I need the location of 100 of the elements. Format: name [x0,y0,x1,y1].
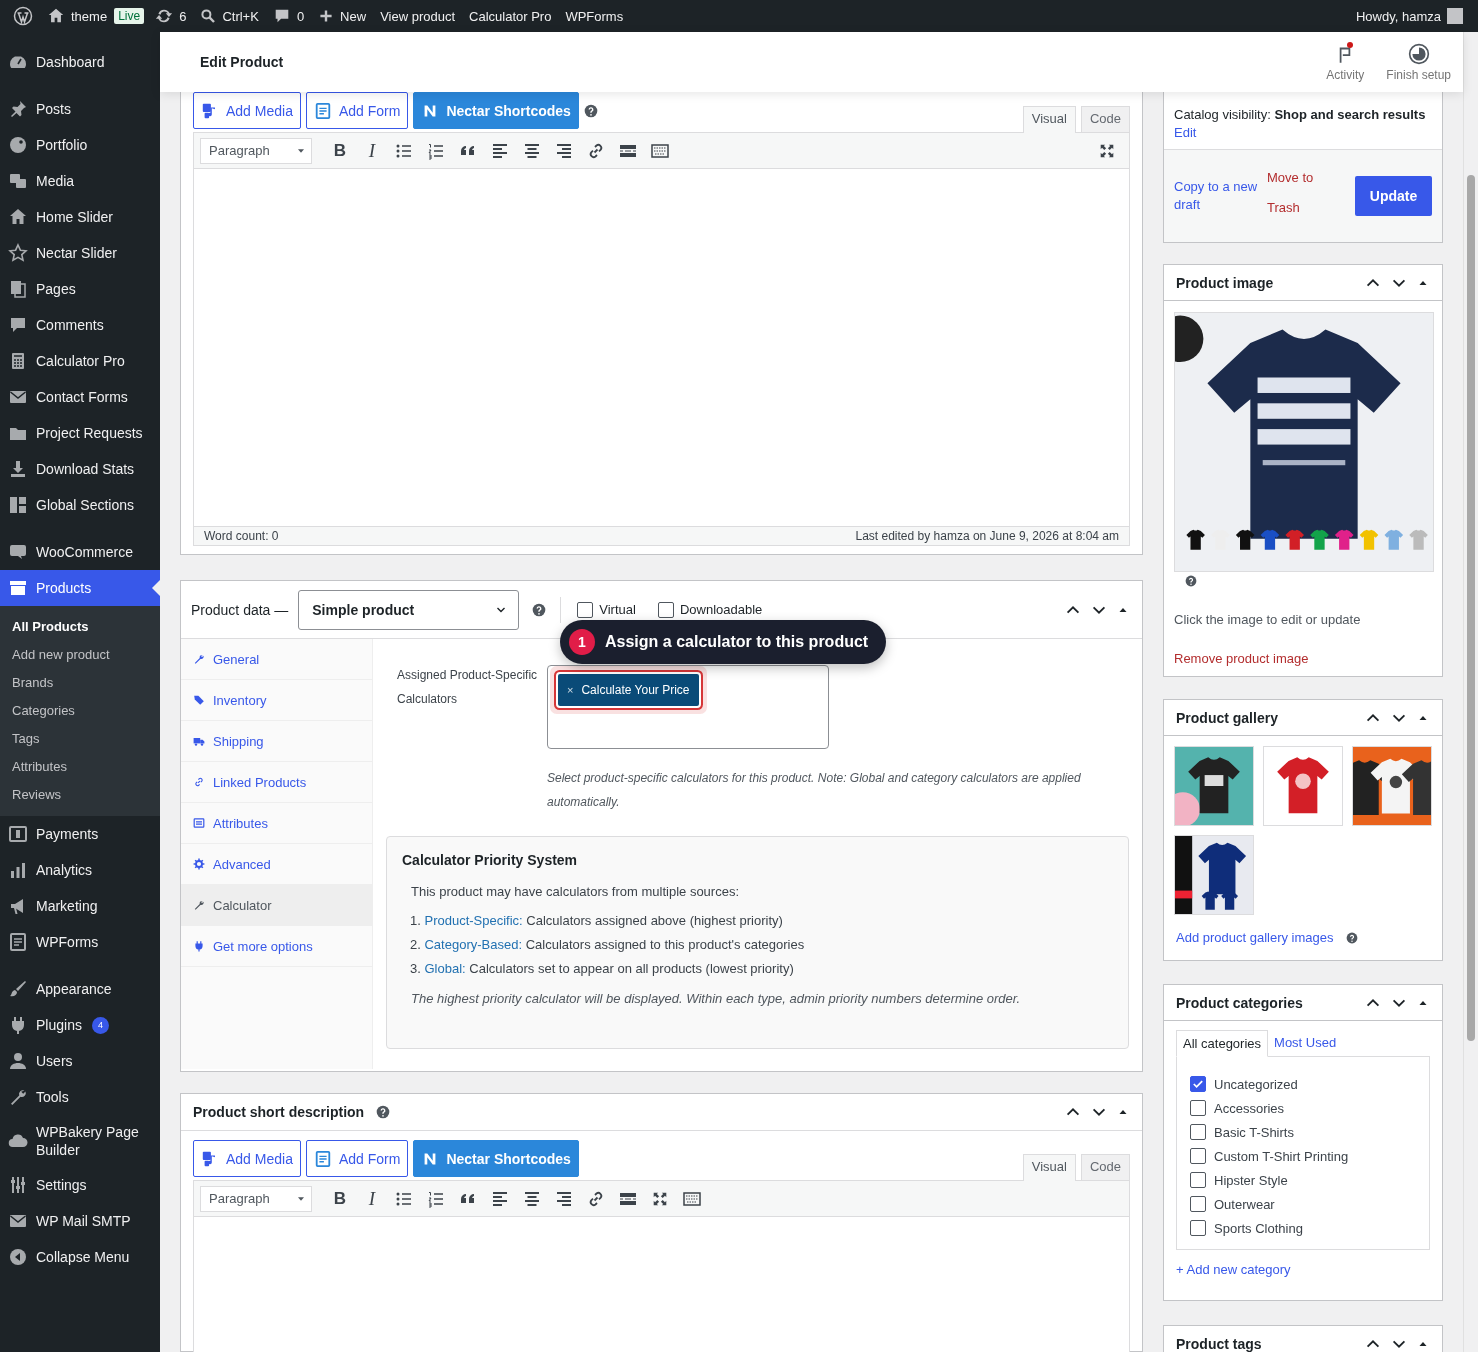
calculator-select[interactable]: × Calculate Your Price [547,665,829,749]
menu-item[interactable]: Global Sections [0,487,160,523]
bold-button[interactable]: B [326,1184,354,1213]
menu-item[interactable]: WooCommerce [0,534,160,570]
checkbox[interactable] [1190,1220,1206,1236]
menu-item[interactable]: WPBakery Page Builder [0,1115,160,1167]
menu-item[interactable]: Home Slider [0,199,160,235]
menu-item[interactable]: Nectar Slider [0,235,160,271]
menu-item[interactable]: Products [0,570,160,606]
editor-tab[interactable]: Visual [1022,1154,1076,1181]
italic-button[interactable]: I [358,1184,386,1213]
intro-text: This product may have calculators from multiple sources: [410,884,740,899]
menu-item[interactable]: Posts [0,91,160,127]
product-type-select[interactable]: Simple product [298,589,520,630]
format-select[interactable]: Paragraph [200,1185,312,1212]
help-icon[interactable] [376,1105,391,1119]
menu-item[interactable]: Project Requests [0,415,160,451]
help-icon[interactable] [1345,932,1358,944]
editor-tab[interactable]: Code [1080,106,1130,132]
checkbox[interactable] [1190,1124,1206,1140]
account-link[interactable]: Howdy, hamza [1349,0,1470,32]
submenu-item[interactable]: All Products [0,613,160,641]
editor-button[interactable]: Add Media [193,92,301,129]
category-tab[interactable]: All categories [1176,1030,1269,1057]
menu-item[interactable]: Dashboard [0,44,160,80]
product-data-tab[interactable]: Shipping [181,721,372,762]
checkbox[interactable] [657,601,674,618]
menu-item[interactable]: Settings [0,1167,160,1203]
editor-button[interactable]: Nectar Shortcodes [413,1140,579,1177]
menu-item[interactable]: Media [0,163,160,199]
toolbar-link[interactable]: WPForms [558,0,631,32]
editor-button[interactable]: Add Media [193,1140,301,1177]
checkbox[interactable] [1190,1196,1206,1212]
format-select[interactable]: Paragraph [200,137,312,164]
submenu-item[interactable]: Tags [0,725,160,753]
copy-link[interactable]: Copy to a new draft [1174,178,1264,214]
checkbox[interactable] [1190,1148,1206,1164]
menu-item[interactable]: WP Mail SMTP [0,1203,160,1239]
category-tab[interactable]: Most Used [1268,1030,1343,1057]
remove-image-link[interactable]: Remove product image [1174,651,1309,666]
comments-link[interactable]: 0 [265,0,312,32]
submenu-item[interactable]: Attributes [0,753,160,781]
product-data-tab[interactable]: Inventory [181,680,372,721]
trash-link[interactable]: Move to Trash [1267,163,1323,223]
editor-button[interactable]: Add Form [305,1140,409,1177]
update-button[interactable]: Update [1355,176,1432,216]
product-data-tab[interactable]: Get more options [181,926,372,967]
submenu-item[interactable]: Brands [0,669,160,697]
menu-item[interactable]: Pages [0,271,160,307]
menu-item[interactable]: Tools [0,1079,160,1115]
box-title: Product tags [1176,1335,1262,1352]
toolbar-link[interactable]: Calculator Pro [462,0,559,32]
step-badge: 1 [569,629,595,655]
menu-item[interactable]: Plugins 4 [0,1007,160,1043]
menu-item[interactable]: Collapse Menu [0,1239,160,1275]
checkbox[interactable] [577,601,594,618]
card-icon [8,824,28,844]
search-link[interactable]: Ctrl+K [193,0,266,32]
toolbar-link[interactable]: View product [373,0,463,32]
menu-item[interactable]: Comments [0,307,160,343]
editor-tab[interactable]: Visual [1022,106,1076,133]
add-gallery-link[interactable]: Add product gallery images [1176,929,1334,947]
checkbox[interactable] [1190,1100,1206,1116]
submenu-item[interactable]: Add new product [0,641,160,669]
product-data-tab[interactable]: Linked Products [181,762,372,803]
menu-item[interactable]: Appearance [0,971,160,1007]
editor-tab[interactable]: Code [1080,1154,1130,1180]
menu-item[interactable]: Contact Forms [0,379,160,415]
product-data-tab[interactable]: Calculator [181,885,372,926]
caption-text: Click the image to edit or update [1174,611,1362,629]
help-icon[interactable] [1185,575,1197,587]
help-icon[interactable] [583,103,598,118]
menu-item[interactable]: Download Stats [0,451,160,487]
checkbox[interactable] [1190,1172,1206,1188]
scrollbar[interactable] [1463,32,1478,1352]
menu-item[interactable]: Calculator Pro [0,343,160,379]
menu-item[interactable]: Portfolio [0,127,160,163]
menu-item[interactable]: WPForms [0,924,160,960]
menu-item[interactable]: Analytics [0,852,160,888]
help-icon[interactable] [532,602,547,617]
new-link[interactable]: New [311,0,374,32]
add-category-link[interactable]: + Add new category [1176,1261,1291,1279]
bold-button[interactable]: B [326,136,354,165]
submenu-item[interactable]: Reviews [0,781,160,809]
header-action[interactable]: Finish setup [1386,42,1451,82]
menu-item[interactable]: Marketing [0,888,160,924]
checkbox[interactable] [1190,1076,1206,1092]
menu-item[interactable]: Users [0,1043,160,1079]
edit-link[interactable]: Edit [1174,125,1197,140]
count-badge: 4 [91,1016,109,1034]
editor-button[interactable]: Nectar Shortcodes [413,92,579,129]
product-data-tab[interactable]: General [181,639,372,680]
editor-button[interactable]: Add Form [305,92,409,129]
site-link[interactable]: theme [40,0,115,32]
updates-link[interactable]: 6 [148,0,194,32]
product-data-tab[interactable]: Attributes [181,803,372,844]
header-action[interactable]: Activity [1326,42,1365,82]
italic-button[interactable]: I [358,136,386,165]
submenu-item[interactable]: Categories [0,697,160,725]
menu-item[interactable]: Payments [0,816,160,852]
